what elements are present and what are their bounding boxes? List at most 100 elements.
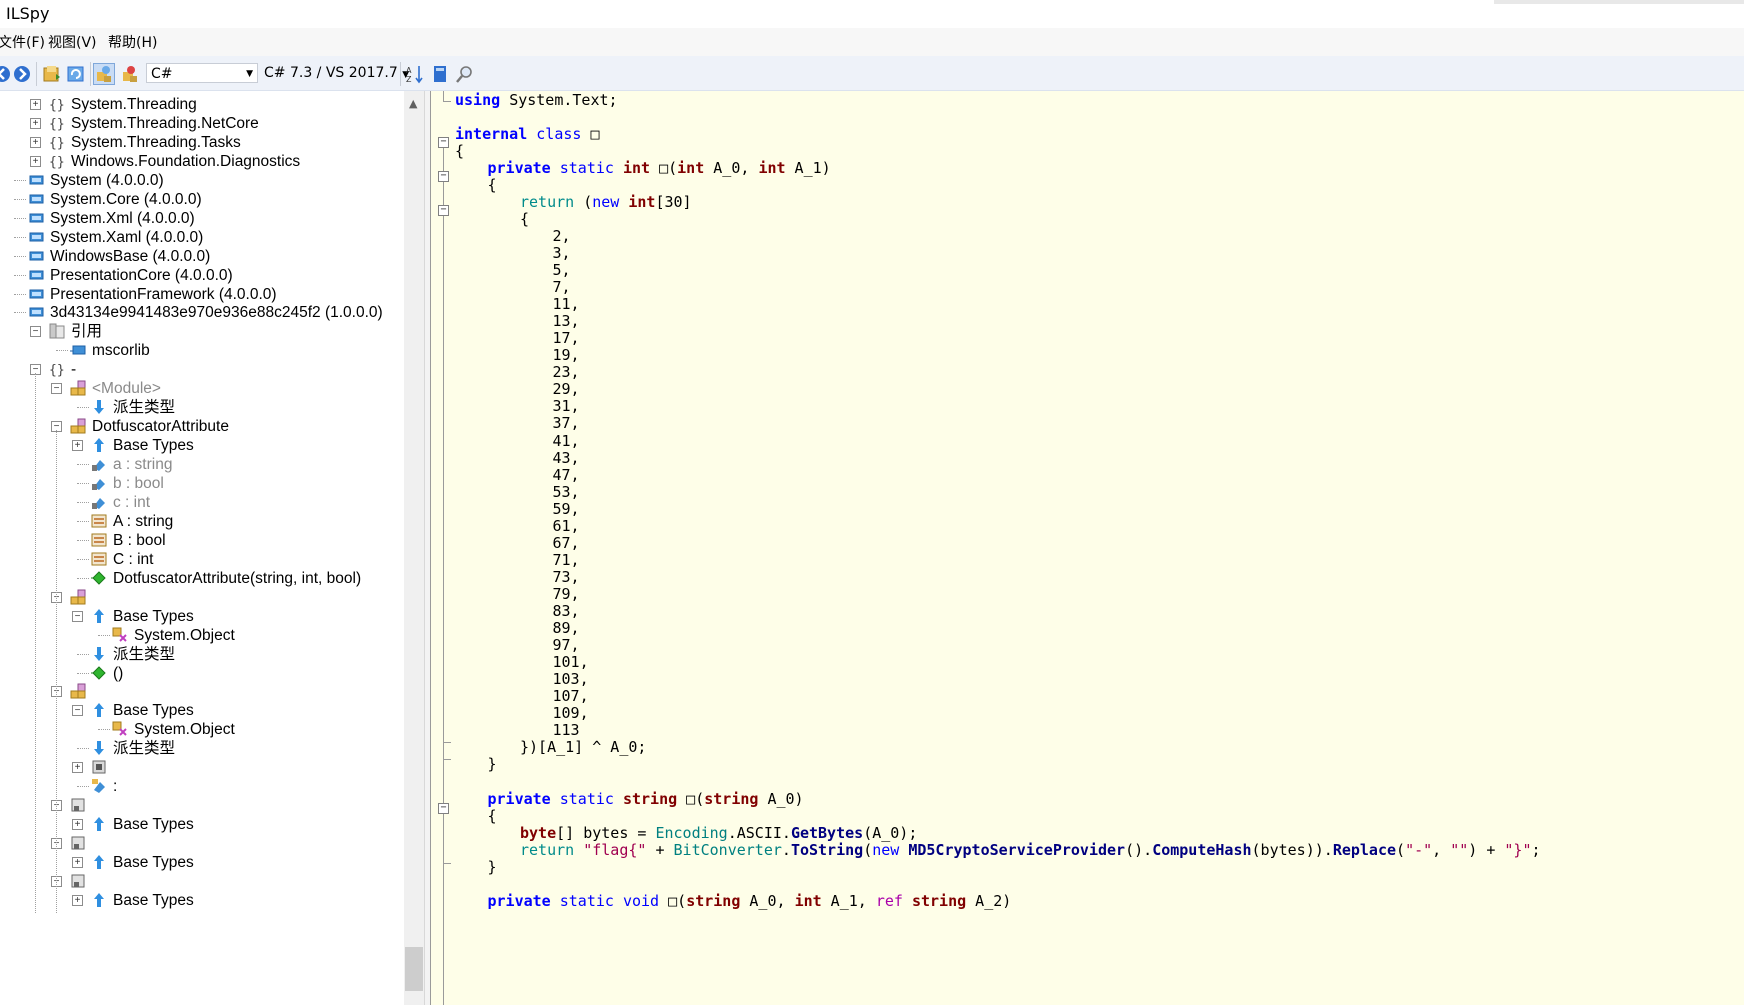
assembly-tree[interactable]: + {} System.Threading + {} System.Threading.N… — [0, 91, 404, 1005]
tree-node[interactable]: − 引用 — [0, 321, 404, 342]
pane-splitter[interactable] — [424, 91, 431, 1005]
sort-icon[interactable]: AZ — [405, 64, 425, 84]
tree-node[interactable]: + Base Types — [0, 852, 404, 873]
tree-node[interactable]: − — [0, 681, 404, 702]
tree-node[interactable]: DotfuscatorAttribute(string, int, bool) — [0, 568, 404, 589]
tree-node[interactable]: B : bool — [0, 530, 404, 551]
menu-file[interactable]: 文件(F) — [0, 32, 45, 52]
code-view[interactable]: − − − − using System.Text; internal class □{… — [431, 91, 1744, 1005]
title-bar-edge — [1494, 0, 1744, 4]
back-icon[interactable] — [0, 64, 12, 84]
tree-node[interactable]: a : string — [0, 454, 404, 475]
tree-node[interactable]: PresentationFramework (4.0.0.0) — [0, 284, 404, 305]
expand-icon[interactable]: + — [72, 819, 83, 831]
scrollbar-thumb[interactable] — [405, 947, 423, 991]
tree-node[interactable]: : — [0, 776, 404, 797]
tree-node[interactable]: C : int — [0, 549, 404, 570]
tree-node[interactable]: 3d43134e9941483e970e936e88c245f2 (1.0.0.… — [0, 302, 404, 323]
svg-text:{}: {} — [49, 363, 65, 377]
svg-text:{}: {} — [49, 117, 65, 131]
tree-node[interactable]: WindowsBase (4.0.0.0) — [0, 246, 404, 267]
tree-node[interactable]: System.Xaml (4.0.0.0) — [0, 227, 404, 248]
tree-node[interactable]: System.Object — [0, 719, 404, 740]
tree-node[interactable]: − — [0, 833, 404, 854]
tree-node[interactable]: + — [0, 757, 404, 778]
collapse-icon[interactable]: − — [438, 171, 449, 182]
collapse-icon[interactable]: − — [30, 326, 41, 338]
tree-node[interactable]: 派生类型 — [0, 644, 404, 665]
tree-node-label: Base Types — [113, 607, 194, 625]
tree-node[interactable]: −{} - — [0, 359, 404, 380]
assembly-icon — [29, 270, 44, 280]
expand-icon[interactable]: + — [30, 155, 41, 167]
assembly-icon — [29, 213, 44, 223]
collapse-icon[interactable]: − — [438, 205, 449, 216]
expand-icon[interactable]: + — [30, 117, 41, 129]
expand-icon[interactable]: + — [72, 857, 83, 868]
tree-node[interactable]: + Base Types — [0, 890, 404, 911]
assembly-icon — [29, 251, 44, 261]
search-icon[interactable] — [455, 64, 475, 84]
scroll-up-icon[interactable]: ▲ — [409, 97, 417, 110]
book-icon[interactable] — [430, 64, 450, 84]
field-private-icon — [92, 497, 105, 509]
tree-node-label: 引用 — [71, 323, 103, 341]
tree-connector — [35, 373, 36, 914]
expand-icon[interactable]: + — [30, 136, 41, 148]
expand-icon[interactable]: + — [72, 894, 83, 906]
tree-node[interactable]: System (4.0.0.0) — [0, 170, 404, 191]
tree-node[interactable]: + Base Types — [0, 435, 404, 456]
tree-node[interactable]: − Base Types — [0, 700, 404, 721]
tree-node[interactable]: PresentationCore (4.0.0.0) — [0, 265, 404, 286]
tree-node[interactable]: − — [0, 795, 404, 816]
fold-gutter: − − − − — [431, 91, 457, 1005]
show-all-icon[interactable] — [120, 64, 140, 84]
tree-node[interactable]: 派生类型 — [0, 738, 404, 759]
tree-node[interactable]: System.Core (4.0.0.0) — [0, 189, 404, 210]
language-select[interactable]: C# ▼ — [146, 63, 258, 83]
menu-view[interactable]: 视图(V) — [48, 32, 97, 52]
code-line: { — [487, 806, 497, 825]
tree-node[interactable]: + {} Windows.Foundation.Diagnostics — [0, 151, 404, 172]
tree-node[interactable]: − — [0, 587, 404, 608]
menu-help[interactable]: 帮助(H) — [108, 32, 157, 52]
open-icon[interactable] — [42, 64, 62, 84]
tree-node-label: A : string — [113, 512, 174, 530]
tree-node[interactable]: () — [0, 663, 404, 684]
tree-connector — [14, 236, 26, 238]
tree-scrollbar[interactable]: ▲ — [404, 91, 424, 1005]
expand-icon[interactable]: + — [30, 99, 41, 110]
tree-node[interactable]: − Base Types — [0, 606, 404, 627]
tree-connector — [77, 483, 89, 484]
tree-node[interactable]: − DotfuscatorAttribute — [0, 416, 404, 437]
tree-node[interactable]: 派生类型 — [0, 397, 404, 418]
collapse-icon[interactable]: − — [72, 705, 83, 717]
tree-node[interactable]: + {} System.Threading.Tasks — [0, 132, 404, 153]
forward-icon[interactable] — [12, 64, 32, 84]
show-internal-icon[interactable] — [93, 63, 115, 85]
refresh-icon[interactable] — [66, 64, 86, 84]
tree-node[interactable]: System.Object — [0, 625, 404, 646]
tree-connector — [14, 312, 26, 314]
tree-node[interactable]: System.Xml (4.0.0.0) — [0, 208, 404, 229]
tree-node[interactable]: b : bool — [0, 473, 404, 494]
collapse-icon[interactable]: − — [72, 610, 83, 622]
tree-connector — [98, 634, 110, 636]
tree-node[interactable]: − <Module> — [0, 378, 404, 399]
base-types-icon — [94, 855, 104, 869]
collapse-icon[interactable]: − — [438, 803, 449, 814]
tree-node[interactable]: + {} System.Threading.NetCore — [0, 113, 404, 134]
collapse-icon[interactable]: − — [438, 137, 449, 148]
tree-node[interactable]: + {} System.Threading — [0, 94, 404, 115]
tree-node[interactable]: A : string — [0, 511, 404, 532]
tree-node[interactable]: c : int — [0, 492, 404, 513]
tree-node[interactable]: + Base Types — [0, 814, 404, 835]
expand-icon[interactable]: + — [72, 762, 83, 774]
collapse-icon[interactable]: − — [51, 383, 62, 395]
tree-node[interactable]: − — [0, 871, 404, 892]
version-select[interactable]: C# 7.3 / VS 2017.7 ▼ — [264, 63, 409, 83]
expand-icon[interactable]: + — [72, 440, 83, 452]
base-types-icon — [94, 892, 104, 907]
tree-node-label: Windows.Foundation.Diagnostics — [71, 152, 301, 170]
tree-node[interactable]: mscorlib — [0, 340, 404, 361]
